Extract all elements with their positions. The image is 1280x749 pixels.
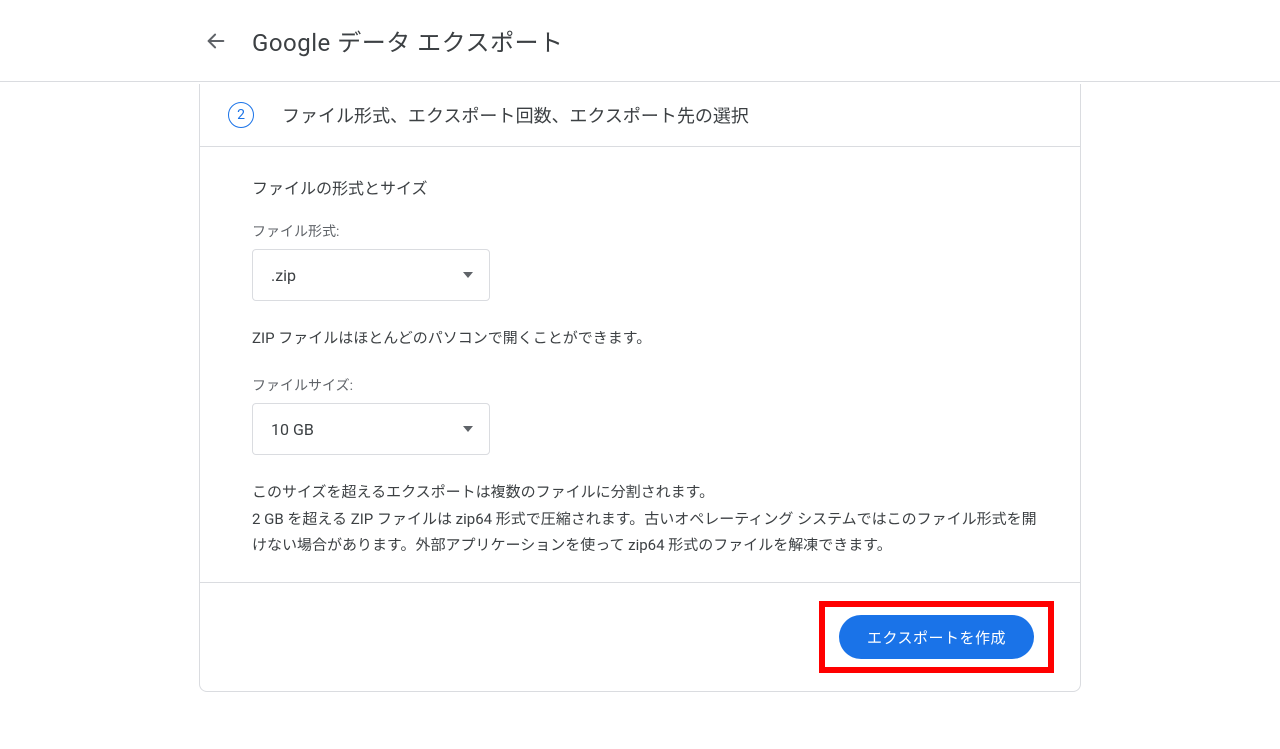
file-type-help: ZIP ファイルはほとんどのパソコンで開くことができます。 [252,325,1040,351]
page-header: Google データ エクスポート [0,0,1280,82]
export-card: 2 ファイル形式、エクスポート回数、エクスポート先の選択 ファイルの形式とサイズ… [199,84,1081,692]
card-footer: エクスポートを作成 [200,582,1080,691]
highlight-annotation: エクスポートを作成 [819,601,1054,673]
step-header[interactable]: 2 ファイル形式、エクスポート回数、エクスポート先の選択 [200,84,1080,147]
file-size-label: ファイルサイズ: [252,375,1040,395]
file-size-select[interactable]: 10 GB [252,403,490,455]
file-type-value: .zip [271,266,296,285]
file-size-help: このサイズを超えるエクスポートは複数のファイルに分割されます。2 GB を超える… [252,479,1040,558]
file-type-select[interactable]: .zip [252,249,490,301]
main-content: 2 ファイル形式、エクスポート回数、エクスポート先の選択 ファイルの形式とサイズ… [0,82,1280,692]
back-button[interactable] [200,25,232,57]
file-size-value: 10 GB [271,420,314,439]
page-title: Google データ エクスポート [252,23,563,58]
step-number-badge: 2 [228,102,254,128]
step-title: ファイル形式、エクスポート回数、エクスポート先の選択 [282,102,749,128]
file-type-label: ファイル形式: [252,221,1040,241]
section-heading: ファイルの形式とサイズ [252,175,1040,199]
chevron-down-icon [463,426,473,432]
create-export-button[interactable]: エクスポートを作成 [839,615,1034,659]
chevron-down-icon [463,272,473,278]
step-number: 2 [237,107,245,123]
card-body: ファイルの形式とサイズ ファイル形式: .zip ZIP ファイルはほとんどのパ… [200,147,1080,582]
arrow-left-icon [205,30,227,52]
